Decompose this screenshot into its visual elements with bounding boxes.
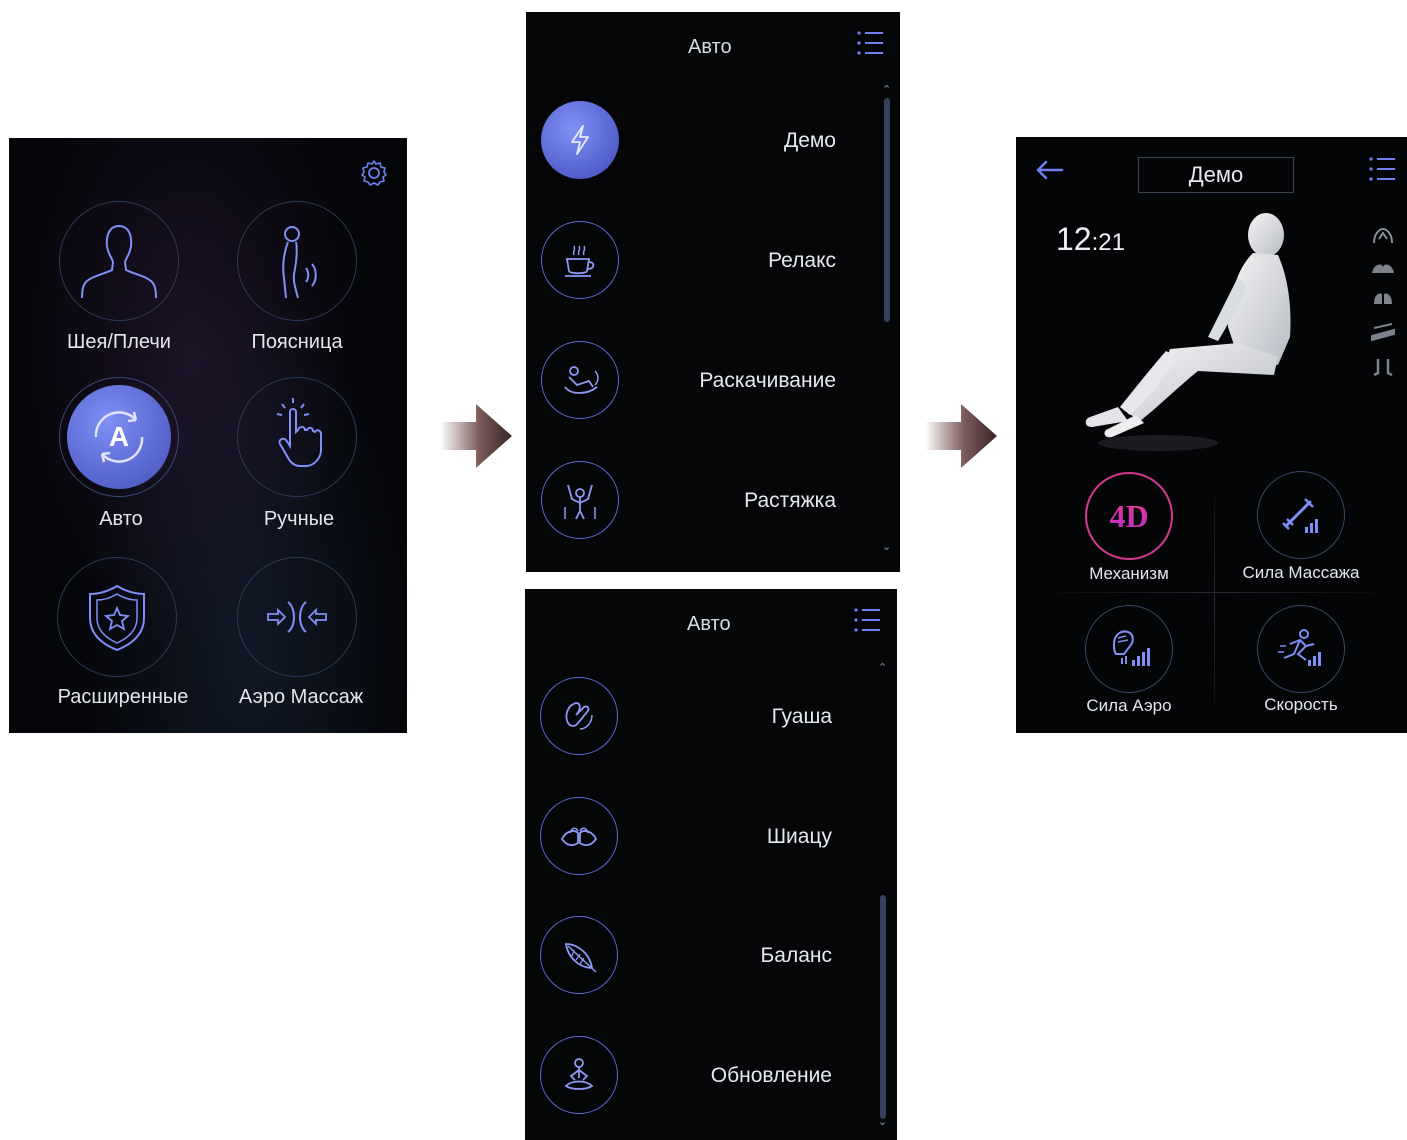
control-label-air-strength: Сила Аэро — [1086, 696, 1172, 715]
air-strength-icon — [1112, 630, 1150, 666]
program-label-stretch[interactable]: Растяжка — [636, 489, 836, 513]
scrollbar-thumb[interactable] — [880, 895, 886, 1119]
program-title: Демо — [1138, 157, 1294, 193]
program-label-demo[interactable]: Демо — [636, 129, 836, 153]
demo-screen-panel: Демо 12:21 4D Механизм Сила Массажа Сила… — [1016, 137, 1407, 733]
menu-list-icon[interactable] — [856, 29, 884, 57]
body-figure-image — [1085, 213, 1291, 451]
hands-zone-icon[interactable] — [1370, 288, 1396, 308]
speed-icon — [1278, 629, 1321, 666]
page-title: Авто — [688, 36, 732, 58]
feather-icon — [564, 943, 597, 973]
relax-program-button[interactable] — [541, 221, 619, 299]
menu-list-icon[interactable] — [853, 606, 881, 634]
shiatsu-hands-icon — [560, 827, 598, 846]
program-label-rocking[interactable]: Раскачивание — [636, 369, 836, 393]
control-label-massage-strength: Сила Массажа — [1242, 563, 1360, 582]
air-massage-icon — [267, 601, 327, 633]
auto-list-panel-1: Авто Демо Релакс Раскачивание Растяжка ⌃… — [526, 12, 900, 572]
lower-back-icon — [282, 226, 317, 299]
menu-list-icon[interactable] — [1368, 155, 1396, 183]
auto-button[interactable]: A — [59, 377, 179, 497]
tile-label-neck: Шея/Плечи — [67, 331, 171, 353]
guasha-program-button[interactable] — [540, 677, 618, 755]
rocking-icon — [564, 366, 599, 394]
scroll-down-icon[interactable]: ⌄ — [882, 540, 891, 553]
program-label-relax[interactable]: Релакс — [636, 249, 836, 273]
back-arrow-icon[interactable] — [1034, 159, 1064, 181]
demo-program-button[interactable] — [541, 101, 619, 179]
meditation-icon — [564, 1058, 594, 1090]
tile-label-air-massage: Аэро Массаж — [238, 686, 364, 708]
scroll-up-icon[interactable]: ⌃ — [882, 83, 891, 96]
shoulder-zone-icon[interactable] — [1370, 257, 1396, 277]
scrollbar-thumb[interactable] — [884, 98, 890, 322]
tile-label-manual: Ручные — [263, 508, 335, 530]
scroll-down-icon[interactable]: ⌄ — [878, 1115, 887, 1128]
gear-icon[interactable] — [359, 158, 389, 188]
program-label-refresh[interactable]: Обновление — [632, 1064, 832, 1088]
refresh-program-button[interactable] — [540, 1036, 618, 1114]
page-title: Авто — [687, 613, 731, 635]
feet-zone-icon[interactable] — [1370, 357, 1396, 377]
program-label-guasha[interactable]: Гуаша — [632, 705, 832, 729]
auto-list-panel-2: Авто Гуаша Шиацу Баланс Обновление ⌃ ⌄ — [525, 589, 897, 1140]
flow-arrow-icon — [925, 404, 997, 468]
stretch-program-button[interactable] — [541, 461, 619, 539]
guasha-hands-icon — [565, 702, 593, 730]
stretch-icon — [564, 484, 596, 520]
balance-program-button[interactable] — [540, 916, 618, 994]
tile-label-auto: Авто — [99, 508, 143, 530]
4d-mechanism-icon: 4D — [1109, 497, 1149, 534]
rocking-program-button[interactable] — [541, 341, 619, 419]
extended-button[interactable] — [57, 557, 177, 677]
seat-zone-icon[interactable] — [1370, 322, 1396, 342]
control-label-speed: Скорость — [1264, 695, 1338, 714]
speed-button[interactable] — [1257, 605, 1345, 693]
neck-shoulders-icon — [81, 225, 157, 299]
scroll-up-icon[interactable]: ⌃ — [878, 661, 887, 674]
flow-arrow-icon — [440, 404, 512, 468]
grid-divider — [1056, 592, 1376, 593]
program-label-shiatsu[interactable]: Шиацу — [632, 825, 832, 849]
massage-strength-icon — [1282, 498, 1318, 533]
neck-zone-icon[interactable] — [1370, 225, 1396, 245]
control-label-mechanism: Механизм — [1089, 564, 1169, 583]
auto-icon: A — [94, 411, 144, 463]
air-strength-button[interactable] — [1085, 605, 1173, 693]
shield-star-icon — [89, 584, 145, 652]
home-panel: Шея/Плечи Поясница A Авто Ручные Расшире… — [9, 138, 407, 733]
air-massage-button[interactable] — [237, 557, 357, 677]
massage-strength-button[interactable] — [1257, 471, 1345, 559]
auto-badge-text: A — [109, 421, 129, 452]
lower-back-button[interactable] — [237, 201, 357, 321]
tile-label-lower-back: Поясница — [251, 331, 343, 353]
program-label-balance[interactable]: Баланс — [632, 944, 833, 968]
mechanism-button[interactable]: 4D — [1085, 472, 1173, 560]
grid-divider — [1214, 497, 1215, 707]
tile-label-extended: Расширенные — [57, 686, 189, 708]
manual-button[interactable] — [237, 377, 357, 497]
shiatsu-program-button[interactable] — [540, 797, 618, 875]
manual-hand-icon — [276, 398, 322, 467]
neck-shoulders-button[interactable] — [59, 201, 179, 321]
coffee-cup-icon — [565, 245, 595, 277]
lightning-icon — [571, 125, 589, 155]
